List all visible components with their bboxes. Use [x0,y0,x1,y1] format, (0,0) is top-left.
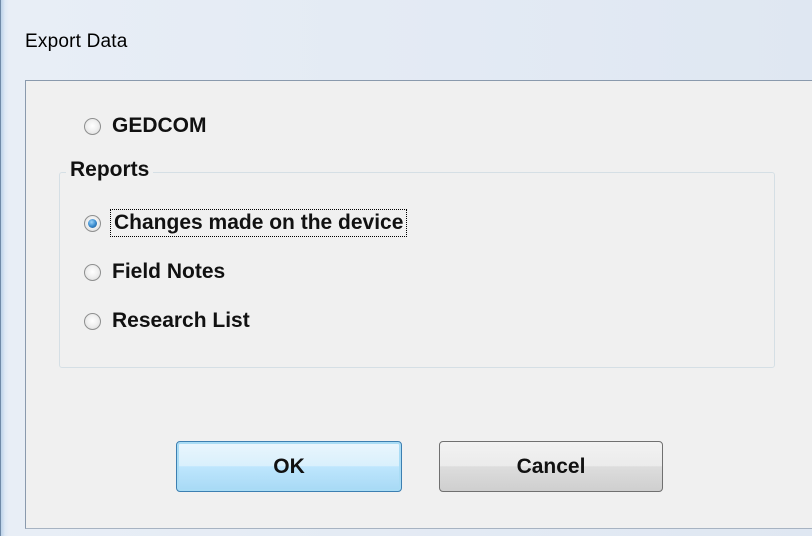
radio-label-field-notes: Field Notes [112,260,226,283]
ok-button-label: OK [273,454,305,478]
radio-checked-icon[interactable] [84,214,101,232]
cancel-button-label: Cancel [516,454,586,478]
window-title: Export Data [25,31,128,52]
export-data-dialog: Export Data GEDCOM Reports Changes made … [0,0,812,536]
radio-label-gedcom: GEDCOM [112,114,207,137]
radio-icon[interactable] [84,117,101,135]
radio-option-changes-made[interactable]: Changes made on the device [84,209,408,237]
cancel-button[interactable]: Cancel [439,441,663,492]
radio-icon[interactable] [84,263,101,281]
radio-option-research-list[interactable]: Research List [84,309,250,333]
radio-option-gedcom[interactable]: GEDCOM [84,114,207,138]
reports-group-label: Reports [66,158,154,182]
radio-icon[interactable] [84,312,101,330]
radio-label-changes-made: Changes made on the device [109,209,408,237]
radio-label-research-list: Research List [112,309,250,332]
radio-option-field-notes[interactable]: Field Notes [84,260,225,284]
ok-button[interactable]: OK [176,441,402,492]
title-bar[interactable]: Export Data [1,0,812,78]
